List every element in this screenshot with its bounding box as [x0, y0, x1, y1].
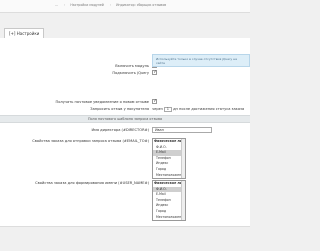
connect-jquery-label: Подключить jQuery	[112, 71, 149, 75]
tab-bar: [+] Настройки	[0, 24, 250, 39]
mail-template-section-header: Поля почтового шаблона запроса отзыва	[0, 115, 250, 123]
request-review-label: Запросить отзыв у покупателя	[90, 107, 149, 111]
breadcrumb: ... › Настройки модулей › Индикатор: сборщ…	[55, 3, 167, 7]
director-name-input[interactable]: Иван	[152, 127, 212, 133]
breadcrumb-item: Индикатор: сборщик отзывов	[116, 3, 167, 7]
jquery-info-note: Используйте только в случае отсутствия j…	[152, 54, 250, 67]
notification-checkbox[interactable]	[152, 99, 157, 105]
notification-label: Получать почтовое уведомление о новом от…	[55, 100, 149, 104]
director-label: Имя директора (#DIRECTOR#)	[91, 128, 149, 132]
enable-module-label: Включить модуль	[115, 64, 149, 68]
name-props-listbox[interactable]: Физическое лицо Ф.И.О. E-Mail Телефон Ин…	[152, 180, 186, 221]
settings-panel: Включить модуль Подключить jQuery	[0, 38, 250, 250]
name-props-label: Свойства заказа для формирования имени (…	[35, 181, 149, 185]
top-bar: ... › Настройки модулей › Индикатор: сборщ…	[0, 0, 250, 13]
email-props-listbox[interactable]: Физическое лицо Ф.И.О. E-Mail Телефон Ин…	[152, 138, 186, 179]
request-suffix: дн после достижения статуса заказа	[173, 107, 245, 111]
email-props-label: Свойства заказа для отправки запроса отз…	[32, 139, 149, 143]
connect-jquery-checkbox[interactable]	[152, 70, 157, 76]
footer-bar	[0, 226, 250, 251]
request-prefix: через	[152, 107, 163, 111]
breadcrumb-item[interactable]: ...	[55, 3, 58, 7]
breadcrumb-item[interactable]: Настройки модулей	[70, 3, 104, 7]
request-days-input[interactable]: 1	[163, 106, 172, 112]
listbox-scrollbar[interactable]	[181, 181, 185, 220]
listbox-scrollbar[interactable]	[181, 139, 185, 178]
